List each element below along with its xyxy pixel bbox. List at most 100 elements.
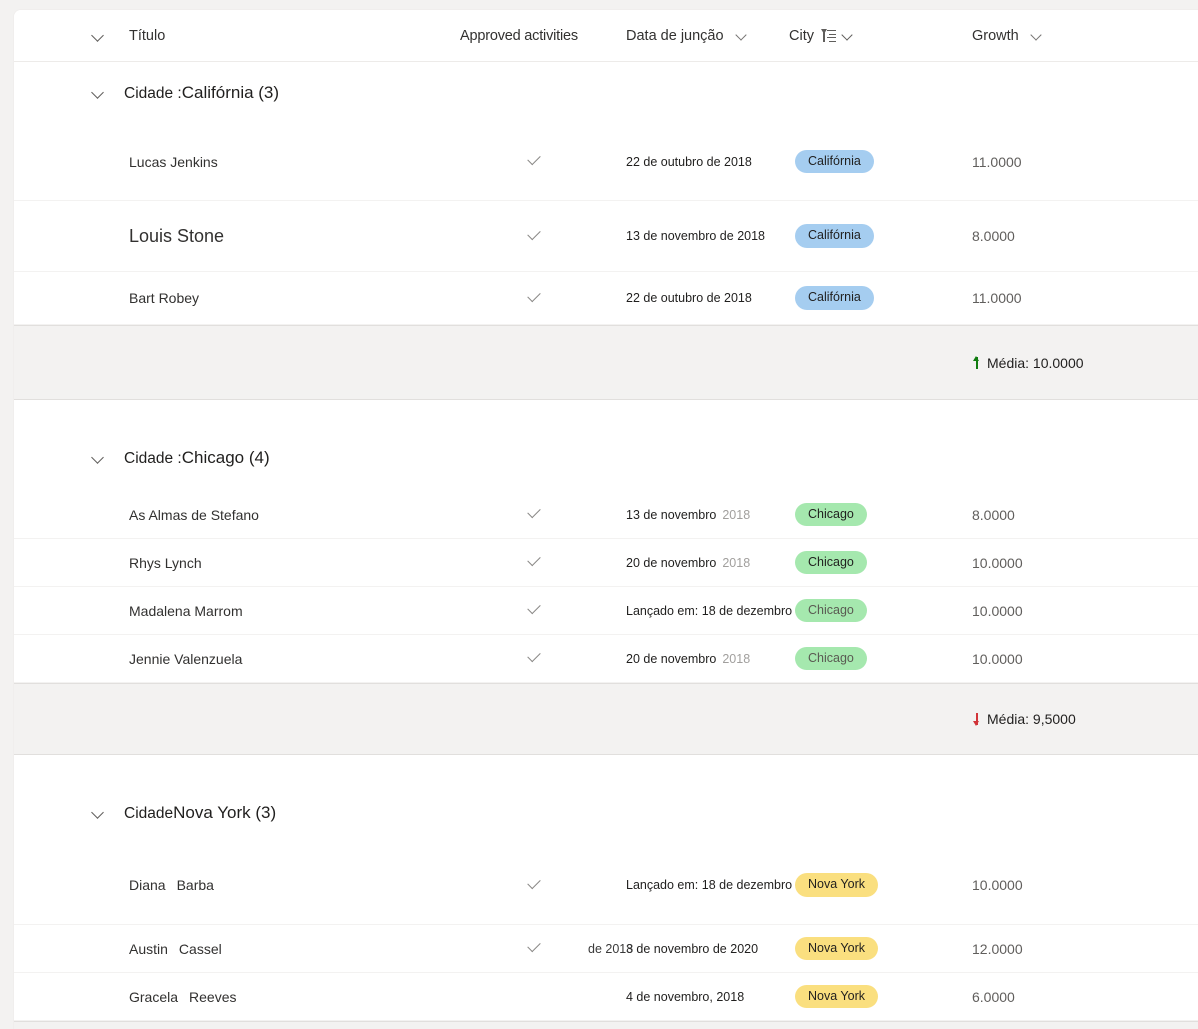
table-row[interactable]: Bart Robey 22 de outubro de 2018 Califórni… — [14, 272, 1198, 325]
column-header-approved-activities[interactable]: Approved activities — [460, 10, 578, 61]
aggregate-growth: Média: 9,3333 — [972, 1022, 1076, 1029]
aggregate-label: Média: — [987, 711, 1030, 727]
cell-approved-activities[interactable] — [519, 201, 549, 271]
growth-value: 6.0000 — [972, 988, 1015, 1005]
group-header-prefix: Cidade : — [124, 450, 182, 467]
group-header[interactable]: Cidade : Chicago (4) — [14, 425, 1198, 491]
table-row[interactable]: Louis Stone 13 de novembro de 2018 Califór… — [14, 201, 1198, 272]
column-header-label: Data de junção — [626, 27, 724, 44]
column-header-city[interactable]: City — [789, 10, 856, 61]
cell-growth[interactable]: 11.0000 — [972, 123, 1022, 200]
aggregate-value: 10.0000 — [1032, 354, 1084, 371]
cell-titulo[interactable]: Louis Stone — [129, 201, 224, 271]
table-row[interactable]: Diana Barba Lançado em: 18 de dezembro de … — [14, 846, 1198, 925]
table-row[interactable]: Rhys Lynch 20 de novembro 2018 Chicago 10.00… — [14, 539, 1198, 587]
chevron-down-icon[interactable] — [92, 86, 106, 100]
city-badge: Nova York — [795, 873, 878, 897]
cell-approved-activities[interactable] — [519, 272, 549, 324]
table-row[interactable]: Lucas Jenkins 22 de outubro de 2018 Califó… — [14, 123, 1198, 201]
column-header-data-de-juncao[interactable]: Data de junção — [626, 10, 750, 61]
cell-data-de-juncao[interactable]: 20 de novembro 2018 — [626, 635, 750, 682]
aggregate-label: Média: — [987, 354, 1030, 371]
grid-body: Cidade : Califórnia (3) Lucas Jenkins 22 d… — [14, 62, 1198, 1029]
group-by-icon[interactable] — [820, 28, 836, 43]
header-collapse-all-toggle[interactable] — [92, 10, 106, 61]
column-header-titulo[interactable]: Título — [129, 10, 165, 61]
aggregate-growth: Média: 10.0000 — [972, 326, 1084, 399]
cell-titulo[interactable]: Madalena Marrom — [129, 587, 243, 634]
cell-city[interactable]: Chicago — [795, 491, 867, 538]
cell-approved-activities[interactable] — [519, 491, 549, 538]
table-row[interactable]: Jennie Valenzuela 20 de novembro 2018 Chica… — [14, 635, 1198, 683]
cell-data-de-juncao[interactable]: 22 de outubro de 2018 — [626, 272, 752, 324]
table-row[interactable]: Madalena Marrom Lançado em: 18 de dezembr… — [14, 587, 1198, 635]
arrow-down-icon — [972, 712, 982, 726]
cell-growth[interactable]: 10.0000 — [972, 587, 1023, 634]
aggregate-growth: Média: 9,5000 — [972, 684, 1076, 754]
column-header-growth[interactable]: Growth — [972, 10, 1045, 61]
group-header-name: Nova York (3) — [173, 803, 277, 822]
cell-city[interactable]: Nova York — [795, 973, 878, 1020]
cell-data-de-juncao[interactable]: 13 de novembro de 2018 — [626, 201, 765, 271]
cell-data-de-juncao[interactable]: 4 de novembro, 2018 — [626, 973, 744, 1020]
cell-city[interactable]: Chicago — [795, 539, 867, 586]
chevron-down-icon[interactable] — [1031, 29, 1045, 43]
cell-data-de-juncao[interactable]: 13 de novembro 2018 — [626, 491, 750, 538]
group-header[interactable]: Cidade : Califórnia (3) — [14, 62, 1198, 123]
cell-titulo[interactable]: Jennie Valenzuela — [129, 635, 242, 682]
table-row[interactable]: As Almas de Stefano 13 de novembro 2018 Chi… — [14, 491, 1198, 539]
cell-approved-activities[interactable] — [519, 846, 549, 924]
cell-data-de-juncao[interactable]: 3 de novembro de 2020 de 2018 — [588, 925, 758, 972]
cell-titulo[interactable]: Lucas Jenkins — [129, 123, 218, 200]
group-header[interactable]: Cidade Nova York (3) — [14, 780, 1198, 846]
row-title-text: Bart Robey — [129, 290, 200, 306]
grid-header-row: Título Approved activities Data de junçã… — [14, 10, 1198, 62]
cell-titulo[interactable]: Rhys Lynch — [129, 539, 202, 586]
cell-approved-activities[interactable] — [519, 123, 549, 200]
cell-growth[interactable]: 10.0000 — [972, 539, 1023, 586]
cell-approved-activities[interactable] — [519, 925, 549, 972]
cell-growth[interactable]: 8.0000 — [972, 491, 1015, 538]
cell-titulo[interactable]: Bart Robey — [129, 272, 199, 324]
cell-approved-activities[interactable] — [519, 587, 549, 634]
cell-city[interactable]: Califórnia — [795, 201, 874, 271]
group-header-title: Cidade : Chicago (4) — [124, 448, 270, 468]
cell-city[interactable]: Chicago — [795, 587, 867, 634]
cell-titulo[interactable]: Diana Barba — [129, 846, 214, 924]
chevron-down-icon[interactable] — [736, 29, 750, 43]
cell-city[interactable]: Califórnia — [795, 272, 874, 324]
cell-city[interactable]: Nova York — [795, 925, 878, 972]
cell-data-de-juncao[interactable]: 20 de novembro 2018 — [626, 539, 750, 586]
cell-city[interactable]: Nova York — [795, 846, 878, 924]
row-date-year: 2018 — [722, 651, 751, 666]
cell-titulo[interactable]: As Almas de Stefano — [129, 491, 259, 538]
cell-growth[interactable]: 8.0000 — [972, 201, 1015, 271]
city-badge: Califórnia — [795, 149, 874, 174]
chevron-down-icon[interactable] — [92, 451, 106, 465]
group-header-name: Chicago (4) — [181, 448, 270, 467]
cell-approved-activities[interactable] — [519, 635, 549, 682]
chevron-down-icon[interactable] — [842, 29, 856, 43]
row-title-text: Lucas Jenkins — [129, 153, 218, 170]
growth-value: 10.0000 — [972, 554, 1023, 571]
row-date-text: 13 de novembro — [626, 507, 717, 522]
city-badge: Chicago — [795, 550, 867, 575]
cell-city[interactable]: Chicago — [795, 635, 867, 682]
table-row[interactable]: Austin Cassel 3 de novembro de 2020 de 2018… — [14, 925, 1198, 973]
cell-titulo[interactable]: Gracela Reeves — [129, 973, 237, 1020]
cell-growth[interactable]: 10.0000 — [972, 635, 1023, 682]
chevron-down-icon[interactable] — [92, 806, 106, 820]
cell-approved-activities[interactable] — [519, 539, 549, 586]
cell-approved-activities[interactable] — [519, 973, 549, 1020]
table-row[interactable]: Gracela Reeves 4 de novembro, 2018 Nova Yor… — [14, 973, 1198, 1021]
cell-growth[interactable]: 11.0000 — [972, 272, 1022, 324]
group-header-title: Cidade Nova York (3) — [124, 803, 276, 823]
group-header-name: Califórnia (3) — [181, 82, 280, 102]
cell-growth[interactable]: 12.0000 — [972, 925, 1023, 972]
cell-growth[interactable]: 10.0000 — [972, 846, 1023, 924]
cell-growth[interactable]: 6.0000 — [972, 973, 1015, 1020]
cell-city[interactable]: Califórnia — [795, 123, 874, 200]
city-badge: Chicago — [795, 598, 867, 623]
cell-data-de-juncao[interactable]: 22 de outubro de 2018 — [626, 123, 752, 200]
cell-titulo[interactable]: Austin Cassel — [129, 925, 222, 972]
